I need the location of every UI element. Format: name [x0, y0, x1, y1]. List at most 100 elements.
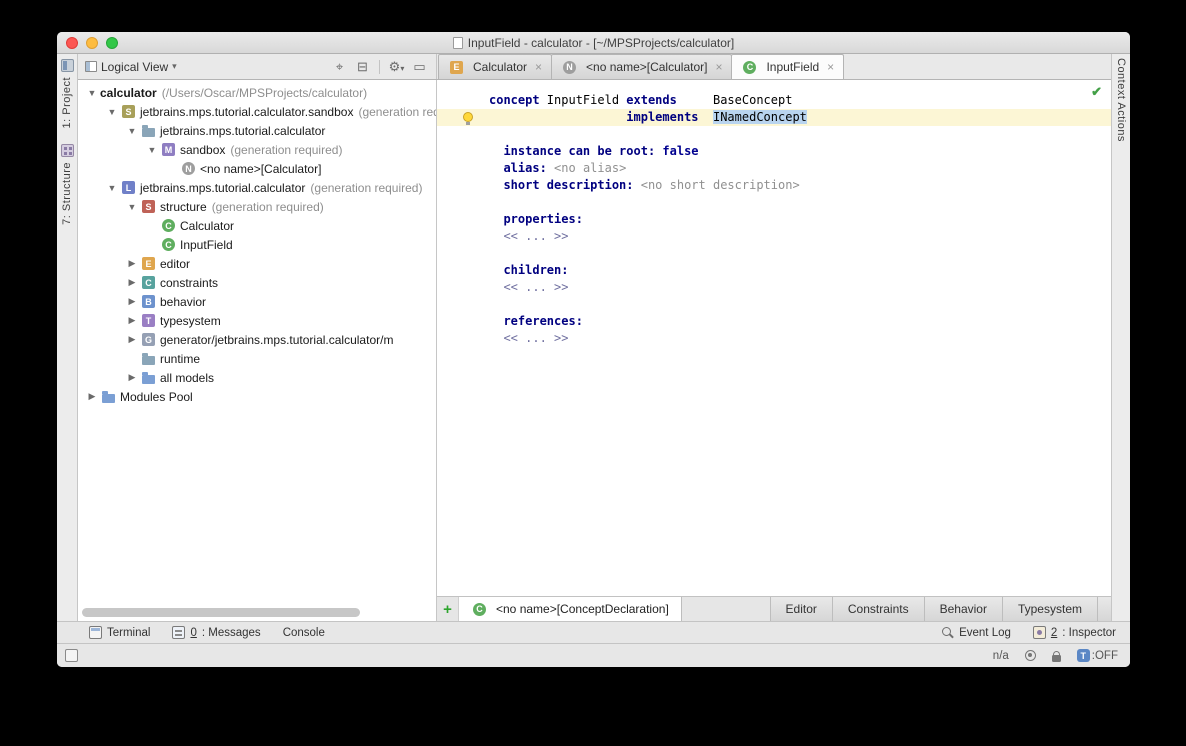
tree-item-constraints[interactable]: ▶ Cconstraints [78, 273, 436, 292]
tool-tab-project[interactable]: 1: Project [60, 59, 74, 128]
tool-tab-context-actions[interactable]: Context Actions [1115, 58, 1127, 142]
code-token: << ... >> [503, 331, 569, 345]
close-tab-icon[interactable]: × [715, 60, 722, 74]
locate-icon[interactable]: ⌖ [330, 59, 349, 75]
toolwindow-toggle-icon[interactable] [65, 649, 78, 662]
hide-panel-icon[interactable]: ▭ [410, 59, 429, 75]
tree-toggle-icon[interactable]: ▶ [124, 315, 140, 326]
code-line[interactable]: << ... >> [489, 279, 1111, 296]
left-tool-stripe: 1: Project 7: Structure [57, 54, 78, 621]
tree-item-editor[interactable]: ▶ Eeditor [78, 254, 436, 273]
code-line[interactable] [489, 126, 1111, 143]
code-line[interactable] [489, 296, 1111, 313]
tree-toggle-icon[interactable]: ▼ [124, 202, 140, 212]
code-line[interactable]: children: [489, 262, 1111, 279]
typesystem-status[interactable]: T :OFF [1076, 649, 1118, 662]
add-node-button[interactable]: + [437, 597, 459, 621]
tree-item-calculator[interactable]: C Calculator [78, 216, 436, 235]
tree-item-jetbrains-mps-tutorial-calculator[interactable]: ▼ Ljetbrains.mps.tutorial.calculator (gene… [78, 178, 436, 197]
tree-toggle-icon[interactable]: ▶ [124, 334, 140, 345]
chevron-down-icon[interactable]: ▾ [172, 61, 177, 72]
right-tool-stripe: Context Actions [1111, 54, 1130, 621]
tree-toggle-icon[interactable]: ▶ [84, 391, 100, 402]
code-editor[interactable]: concept InputField extends BaseConcept i… [437, 80, 1111, 596]
view-selector[interactable]: Logical View [101, 60, 168, 74]
caret-position[interactable]: n/a [993, 650, 1009, 662]
tree-item-runtime[interactable]: runtime [78, 349, 436, 368]
tree-toggle-icon[interactable]: ▼ [144, 145, 160, 155]
tree-item-no-name-calculator[interactable]: N <no name>[Calculator] [78, 159, 436, 178]
tree-toggle-icon[interactable]: ▼ [84, 88, 100, 98]
intention-bulb-icon[interactable] [463, 112, 473, 125]
code-line[interactable]: concept InputField extends BaseConcept [489, 92, 1111, 109]
tree-toggle-icon[interactable]: ▼ [104, 107, 120, 117]
toolwindow-button-console[interactable]: Console [283, 627, 325, 639]
code-line[interactable]: implements INamedConcept [437, 109, 1111, 126]
code-token: <no short description> [640, 178, 800, 192]
minimize-button[interactable] [86, 37, 98, 49]
aspect-tab-typesystem[interactable]: Typesystem [1001, 597, 1097, 621]
settings-icon[interactable]: ⚙▾ [387, 59, 406, 75]
models-icon [140, 371, 157, 384]
tree-item-modules-pool[interactable]: ▶ Modules Pool [78, 387, 436, 406]
code-line[interactable]: alias: <no alias> [489, 160, 1111, 177]
editor-tab-inputfield[interactable]: C InputField × [731, 54, 845, 79]
inspections-status-icon[interactable]: ✔ [1091, 84, 1102, 100]
tree-item-calculator[interactable]: ▼ calculator (/Users/Oscar/MPSProjects/cal… [78, 83, 436, 102]
tree-item-jetbrains-mps-tutorial-calculator[interactable]: ▼ jetbrains.mps.tutorial.calculator [78, 121, 436, 140]
code-token: false [662, 144, 699, 158]
tree-item-behavior[interactable]: ▶ Bbehavior [78, 292, 436, 311]
tree-item-all-models[interactable]: ▶ all models [78, 368, 436, 387]
tree-item-structure[interactable]: ▼ Sstructure (generation required) [78, 197, 436, 216]
hector-inspections-icon[interactable] [1024, 650, 1036, 661]
code-line[interactable]: references: [489, 313, 1111, 330]
horizontal-scrollbar[interactable] [82, 608, 360, 617]
tree-toggle-icon[interactable]: ▶ [124, 372, 140, 383]
toolwindow-button-event-log[interactable]: Event Log [941, 626, 1011, 639]
window-title-text: InputField - calculator - [~/MPSProjects… [467, 35, 735, 50]
toolwindow-button-terminal[interactable]: Terminal [89, 626, 150, 639]
editor-tab-no-name-calculator[interactable]: N <no name>[Calculator] × [551, 54, 733, 79]
code-line[interactable] [489, 194, 1111, 211]
tree-toggle-icon[interactable]: ▶ [124, 296, 140, 307]
tree-toggle-icon[interactable]: ▼ [104, 183, 120, 193]
tree-item-annotation: (generation required) [211, 199, 324, 214]
tree-toggle-icon[interactable]: ▶ [124, 277, 140, 288]
editor-tab-calculator[interactable]: E Calculator × [438, 54, 553, 79]
close-tab-icon[interactable]: × [535, 60, 542, 74]
code-line[interactable]: << ... >> [489, 228, 1111, 245]
code-line[interactable]: short description: <no short description… [489, 177, 1111, 194]
traffic-lights [66, 37, 118, 49]
code-token: extends [626, 93, 677, 107]
code-token: short description: [503, 178, 634, 192]
tree-toggle-icon[interactable]: ▼ [124, 126, 140, 136]
title-bar[interactable]: InputField - calculator - [~/MPSProjects… [57, 32, 1130, 54]
toolwindow-button-2-inspector[interactable]: 2: Inspector [1032, 626, 1116, 639]
zoom-button[interactable] [106, 37, 118, 49]
tool-tab-structure[interactable]: 7: Structure [60, 144, 74, 225]
code-line[interactable]: << ... >> [489, 330, 1111, 347]
close-tab-icon[interactable]: × [827, 60, 834, 74]
tree-item-inputfield[interactable]: C InputField [78, 235, 436, 254]
collapse-all-icon[interactable]: ⊟ [353, 59, 372, 75]
toolwindow-button-0-messages[interactable]: 0: Messages [172, 626, 261, 639]
lock-icon[interactable] [1051, 650, 1061, 662]
tree-item-typesystem[interactable]: ▶ Ttypesystem [78, 311, 436, 330]
aspect-tab-constraints[interactable]: Constraints [831, 597, 924, 621]
code-line[interactable]: properties: [489, 211, 1111, 228]
code-line[interactable]: instance can be root: false [489, 143, 1111, 160]
aspect-tab-behavior[interactable]: Behavior [923, 597, 1002, 621]
tree-item-sandbox[interactable]: ▼ Msandbox (generation required) [78, 140, 436, 159]
partial-tab[interactable] [1097, 597, 1111, 621]
code-line[interactable] [489, 245, 1111, 262]
aspect-tab-editor[interactable]: Editor [769, 597, 832, 621]
node-tab-concept-declaration[interactable]: C <no name>[ConceptDeclaration] [459, 597, 682, 621]
window-title: InputField - calculator - [~/MPSProjects… [452, 35, 735, 50]
close-button[interactable] [66, 37, 78, 49]
code-token: << ... >> [503, 280, 569, 294]
tree-item-jetbrains-mps-tutorial-calculator-sandbox[interactable]: ▼ Sjetbrains.mps.tutorial.calculator.sand… [78, 102, 436, 121]
terminal-icon [89, 626, 102, 639]
tree-item-generator-jetbrains-mps-tutorial-calculator-m[interactable]: ▶ Ggenerator/jetbrains.mps.tutorial.calcu… [78, 330, 436, 349]
tree-toggle-icon[interactable]: ▶ [124, 258, 140, 269]
